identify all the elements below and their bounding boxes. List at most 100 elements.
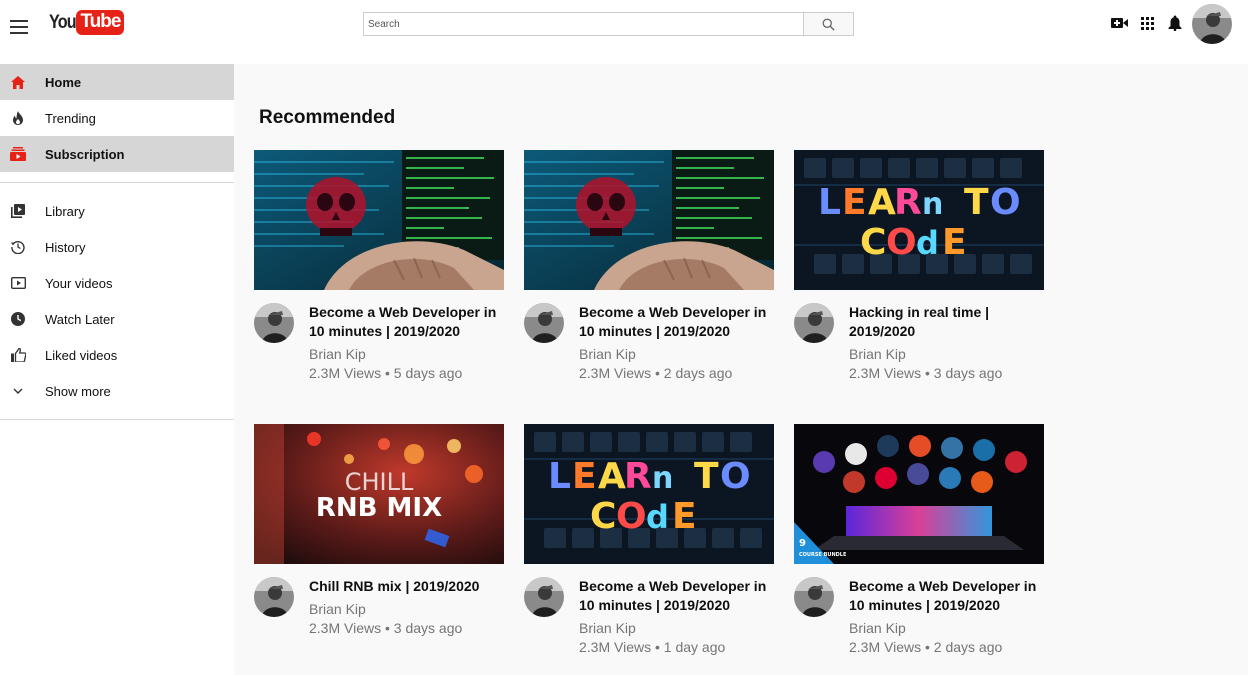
video-stats: 2.3M Views • 1 day ago bbox=[579, 639, 726, 655]
sidebar-item-watch-later[interactable]: Watch Later bbox=[0, 301, 234, 337]
thumbs-up-icon bbox=[10, 347, 26, 363]
channel-avatar[interactable] bbox=[524, 577, 564, 617]
video-title[interactable]: Become a Web Developer in 10 minutes | 2… bbox=[849, 577, 1044, 615]
notifications-bell-icon[interactable] bbox=[1166, 14, 1184, 32]
sidebar-item-trending[interactable]: Trending bbox=[0, 100, 234, 136]
sidebar-item-subscription[interactable]: Subscription bbox=[0, 136, 234, 172]
video-card[interactable]: LEARnTO COdE Become a Web Developer in 1… bbox=[524, 424, 774, 657]
video-card[interactable]: CHILL RNB MIX Chill RNB mix | 2019/2020 … bbox=[254, 424, 504, 638]
channel-name[interactable]: Brian Kip bbox=[309, 345, 504, 364]
channel-name[interactable]: Brian Kip bbox=[579, 619, 774, 638]
svg-text:n: n bbox=[922, 187, 943, 222]
svg-text:O: O bbox=[990, 182, 1021, 223]
video-stats: 2.3M Views • 3 days ago bbox=[309, 620, 463, 636]
svg-text:L: L bbox=[548, 456, 571, 497]
video-thumbnail[interactable]: 9 COURSE BUNDLE bbox=[794, 424, 1044, 564]
video-stats: 2.3M Views • 3 days ago bbox=[849, 365, 1003, 381]
sidebar-divider bbox=[0, 419, 234, 420]
channel-avatar[interactable] bbox=[794, 303, 834, 343]
subscriptions-icon bbox=[10, 146, 26, 162]
channel-avatar[interactable] bbox=[254, 303, 294, 343]
svg-text:R: R bbox=[624, 456, 652, 497]
video-thumbnail[interactable]: LEARnTO COdE bbox=[524, 424, 774, 564]
channel-name[interactable]: Brian Kip bbox=[309, 600, 504, 619]
sidebar-item-label: History bbox=[45, 239, 86, 255]
video-title[interactable]: Hacking in real time | 2019/2020 bbox=[849, 303, 1044, 341]
channel-name[interactable]: Brian Kip bbox=[849, 619, 1044, 638]
search-icon bbox=[822, 18, 835, 31]
channel-avatar[interactable] bbox=[794, 577, 834, 617]
channel-avatar[interactable] bbox=[524, 303, 564, 343]
chevron-down-icon bbox=[10, 383, 26, 399]
channel-name[interactable]: Brian Kip bbox=[849, 345, 1044, 364]
video-card[interactable]: Become a Web Developer in 10 minutes | 2… bbox=[524, 150, 774, 383]
main-content: Recommended Become a Web Developer in 10… bbox=[234, 64, 1248, 675]
video-thumbnail[interactable] bbox=[254, 150, 504, 290]
thumbnail-caption-rnb: RNB MIX bbox=[316, 493, 442, 523]
video-card[interactable]: 9 COURSE BUNDLE Become a Web Developer i… bbox=[794, 424, 1044, 657]
channel-name[interactable]: Brian Kip bbox=[579, 345, 774, 364]
svg-text:A: A bbox=[868, 182, 896, 223]
clock-icon bbox=[10, 311, 26, 327]
svg-text:C: C bbox=[590, 496, 616, 537]
video-title[interactable]: Become a Web Developer in 10 minutes | 2… bbox=[579, 303, 774, 341]
top-header: You Tube bbox=[0, 0, 1248, 64]
svg-text:O: O bbox=[616, 496, 647, 537]
your-videos-icon bbox=[10, 275, 26, 291]
sidebar-item-library[interactable]: Library bbox=[0, 193, 234, 229]
svg-text:O: O bbox=[720, 456, 751, 497]
video-title[interactable]: Chill RNB mix | 2019/2020 bbox=[309, 577, 504, 596]
history-icon bbox=[10, 239, 26, 255]
menu-icon[interactable] bbox=[10, 20, 28, 34]
apps-grid-icon[interactable] bbox=[1138, 14, 1156, 32]
logo-tube-text: Tube bbox=[76, 10, 125, 35]
thumbnail-badge-label: COURSE BUNDLE bbox=[799, 552, 847, 558]
sidebar-item-your-videos[interactable]: Your videos bbox=[0, 265, 234, 301]
svg-text:n: n bbox=[652, 461, 673, 496]
youtube-logo[interactable]: You Tube bbox=[49, 10, 125, 35]
sidebar-item-label: Show more bbox=[45, 383, 111, 399]
library-icon bbox=[10, 203, 26, 219]
account-avatar[interactable] bbox=[1192, 4, 1232, 44]
video-thumbnail[interactable]: LEARnTO COdE bbox=[794, 150, 1044, 290]
svg-text:A: A bbox=[598, 456, 626, 497]
svg-text:C: C bbox=[860, 222, 886, 263]
sidebar-item-liked-videos[interactable]: Liked videos bbox=[0, 337, 234, 373]
sidebar-item-label: Your videos bbox=[45, 275, 113, 291]
video-card[interactable]: Become a Web Developer in 10 minutes | 2… bbox=[254, 150, 504, 383]
channel-avatar[interactable] bbox=[254, 577, 294, 617]
svg-text:E: E bbox=[842, 182, 867, 223]
video-thumbnail[interactable] bbox=[524, 150, 774, 290]
logo-you-text: You bbox=[49, 11, 77, 33]
video-title[interactable]: Become a Web Developer in 10 minutes | 2… bbox=[579, 577, 774, 615]
sidebar-item-history[interactable]: History bbox=[0, 229, 234, 265]
thumbnail-badge-number: 9 bbox=[799, 538, 806, 549]
sidebar-item-label: Library bbox=[45, 203, 85, 219]
sidebar-item-label: Liked videos bbox=[45, 347, 118, 363]
video-title[interactable]: Become a Web Developer in 10 minutes | 2… bbox=[309, 303, 504, 341]
sidebar-item-label: Subscription bbox=[45, 146, 125, 162]
sidebar-item-label: Watch Later bbox=[45, 311, 115, 327]
home-icon bbox=[10, 74, 26, 90]
flame-icon bbox=[10, 110, 26, 126]
svg-text:d: d bbox=[916, 224, 939, 262]
svg-text:T: T bbox=[964, 182, 989, 223]
video-stats: 2.3M Views • 5 days ago bbox=[309, 365, 463, 381]
search-button[interactable] bbox=[803, 12, 854, 36]
sidebar-item-home[interactable]: Home bbox=[0, 64, 234, 100]
svg-text:E: E bbox=[942, 222, 967, 263]
svg-text:O: O bbox=[886, 222, 917, 263]
video-thumbnail[interactable]: CHILL RNB MIX bbox=[254, 424, 504, 564]
svg-text:d: d bbox=[646, 498, 669, 536]
video-stats: 2.3M Views • 2 days ago bbox=[579, 365, 733, 381]
svg-text:R: R bbox=[894, 182, 922, 223]
sidebar-item-label: Trending bbox=[45, 110, 96, 126]
video-card[interactable]: LEARnTO COdE Hacking in real time | 2019… bbox=[794, 150, 1044, 383]
sidebar-item-show-more[interactable]: Show more bbox=[0, 373, 234, 409]
search-bar bbox=[363, 12, 854, 36]
search-input[interactable] bbox=[363, 12, 803, 36]
svg-text:L: L bbox=[818, 182, 841, 223]
video-stats: 2.3M Views • 2 days ago bbox=[849, 639, 1003, 655]
create-video-icon[interactable] bbox=[1110, 14, 1128, 32]
svg-text:T: T bbox=[694, 456, 719, 497]
